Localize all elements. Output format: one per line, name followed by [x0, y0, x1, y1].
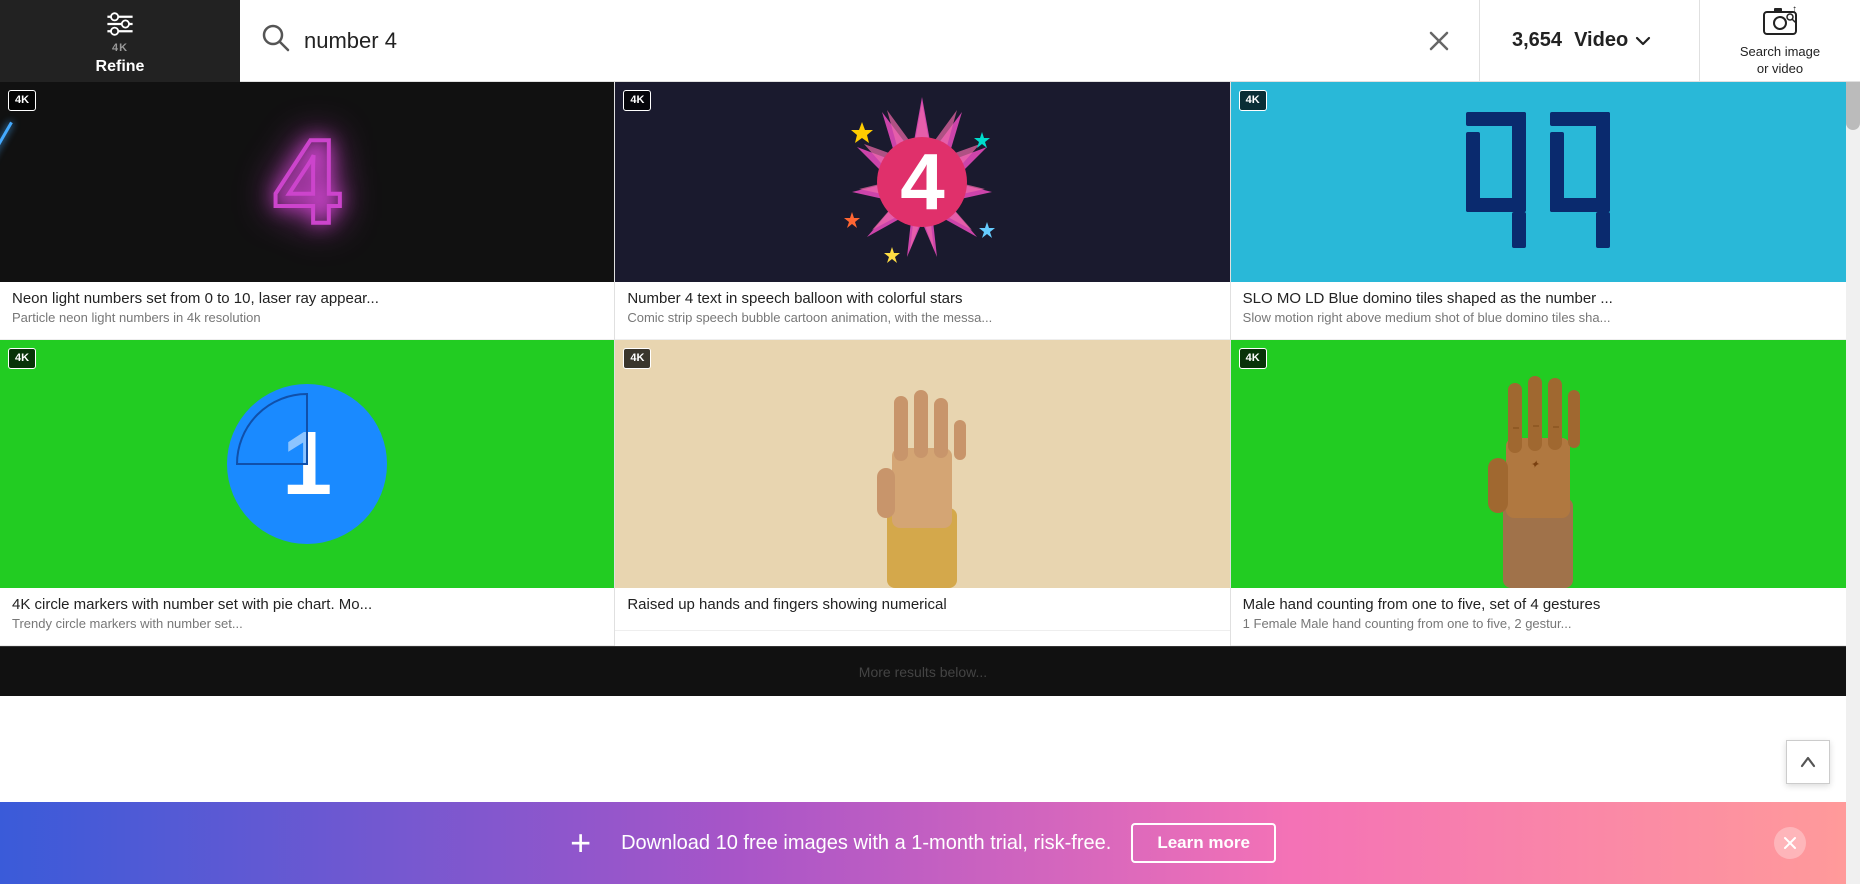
header: 4K Refine 3,654 Video	[0, 0, 1860, 82]
results-grid: 4 4K Neon light numbers set from 0 to 10…	[0, 82, 1846, 646]
thumbnail-2: 4 4K	[615, 82, 1229, 282]
clear-button[interactable]	[1419, 21, 1459, 61]
item-subtitle-4: Trendy circle markers with number set...	[12, 616, 602, 631]
grid-item-4[interactable]: 1 4K 4K circle markers with number set w…	[0, 340, 615, 646]
item-subtitle-3: Slow motion right above medium shot of b…	[1243, 310, 1834, 325]
item-title-5: Raised up hands and fingers showing nume…	[627, 596, 1217, 613]
partial-row-label: More results below...	[859, 664, 987, 680]
grid-item-3[interactable]: 4K SLO MO LD Blue domino tiles shaped as…	[1231, 82, 1846, 340]
refine-button[interactable]: 4K Refine	[0, 0, 240, 82]
item-info-5: Raised up hands and fingers showing nume…	[615, 588, 1229, 631]
badge-4k-4: 4K	[8, 348, 36, 369]
item-info-4: 4K circle markers with number set with p…	[0, 588, 614, 646]
pie-chart-svg	[227, 384, 387, 544]
close-icon	[1782, 835, 1798, 851]
results-count: 3,654	[1512, 29, 1562, 52]
scroll-top-button[interactable]	[1786, 740, 1830, 784]
thumbnail-3: 4K	[1231, 82, 1846, 282]
scrollbar[interactable]	[1846, 0, 1860, 884]
search-input[interactable]	[304, 28, 1419, 54]
camera-search-icon: ↑	[1762, 4, 1798, 40]
circle-marker-graphic: 1	[227, 384, 387, 544]
item-title-2: Number 4 text in speech balloon with col…	[627, 290, 1217, 307]
banner-close-button[interactable]	[1774, 827, 1806, 859]
grid-item-6[interactable]: ✦ 4K Male hand counting from one to five…	[1231, 340, 1846, 646]
badge-4k-6: 4K	[1239, 348, 1267, 369]
thumbnail-6: ✦ 4K	[1231, 340, 1846, 588]
search-icon	[260, 22, 292, 59]
search-image-button[interactable]: ↑ Search image or video	[1700, 0, 1860, 82]
partial-row-preview: More results below...	[0, 646, 1846, 696]
item-subtitle-2: Comic strip speech bubble cartoon animat…	[627, 310, 1217, 325]
domino-four-svg	[1456, 102, 1536, 262]
item-title-1: Neon light numbers set from 0 to 10, las…	[12, 290, 602, 307]
banner-text: Download 10 free images with a 1-month t…	[621, 832, 1111, 855]
starburst-graphic: 4	[832, 92, 1012, 272]
domino-four-2-svg	[1540, 102, 1620, 262]
search-bar	[240, 0, 1480, 82]
item-info-2: Number 4 text in speech balloon with col…	[615, 282, 1229, 340]
four-k-badge-refine: 4K	[112, 42, 128, 54]
chevron-up-icon	[1798, 752, 1818, 772]
chevron-down-icon	[1634, 32, 1652, 50]
plus-icon: +	[570, 822, 591, 864]
neon-four-graphic: 4	[274, 113, 341, 251]
domino-graphic	[1456, 102, 1620, 262]
refine-label: Refine	[96, 58, 145, 76]
item-info-6: Male hand counting from one to five, set…	[1231, 588, 1846, 646]
svg-text:↑: ↑	[1792, 4, 1797, 15]
grid-item-2[interactable]: 4 4K Number 4 text in speech balloon wit…	[615, 82, 1230, 340]
video-label: Video	[1574, 29, 1628, 52]
thumbnail-1: 4 4K	[0, 82, 614, 282]
hand-svg	[842, 348, 1002, 588]
item-title-6: Male hand counting from one to five, set…	[1243, 596, 1834, 613]
neon-line	[0, 122, 13, 193]
item-title-3: SLO MO LD Blue domino tiles shaped as th…	[1243, 290, 1834, 307]
badge-4k-5: 4K	[623, 348, 651, 369]
badge-4k-3: 4K	[1239, 90, 1267, 111]
grid-item-1[interactable]: 4 4K Neon light numbers set from 0 to 10…	[0, 82, 615, 340]
results-info: 3,654 Video	[1480, 0, 1700, 82]
badge-4k-2: 4K	[623, 90, 651, 111]
item-info-1: Neon light numbers set from 0 to 10, las…	[0, 282, 614, 340]
grid-item-5[interactable]: 4K Raised up hands and fingers showing n…	[615, 340, 1230, 646]
item-info-3: SLO MO LD Blue domino tiles shaped as th…	[1231, 282, 1846, 340]
svg-text:✦: ✦	[1530, 459, 1540, 471]
badge-4k-1: 4K	[8, 90, 36, 111]
search-image-label: Search image or video	[1740, 44, 1820, 78]
thumbnail-4: 1 4K	[0, 340, 614, 588]
learn-more-button[interactable]: Learn more	[1131, 823, 1276, 863]
item-subtitle-6: 1 Female Male hand counting from one to …	[1243, 616, 1834, 631]
item-subtitle-1: Particle neon light numbers in 4k resolu…	[12, 310, 602, 325]
male-hand-svg: ✦	[1458, 348, 1618, 588]
thumbnail-5: 4K	[615, 340, 1229, 588]
item-title-4: 4K circle markers with number set with p…	[12, 596, 602, 613]
refine-icon	[102, 6, 138, 42]
video-dropdown[interactable]: Video	[1574, 29, 1652, 52]
starburst-number: 4	[900, 136, 945, 228]
promo-banner: + Download 10 free images with a 1-month…	[0, 802, 1846, 884]
